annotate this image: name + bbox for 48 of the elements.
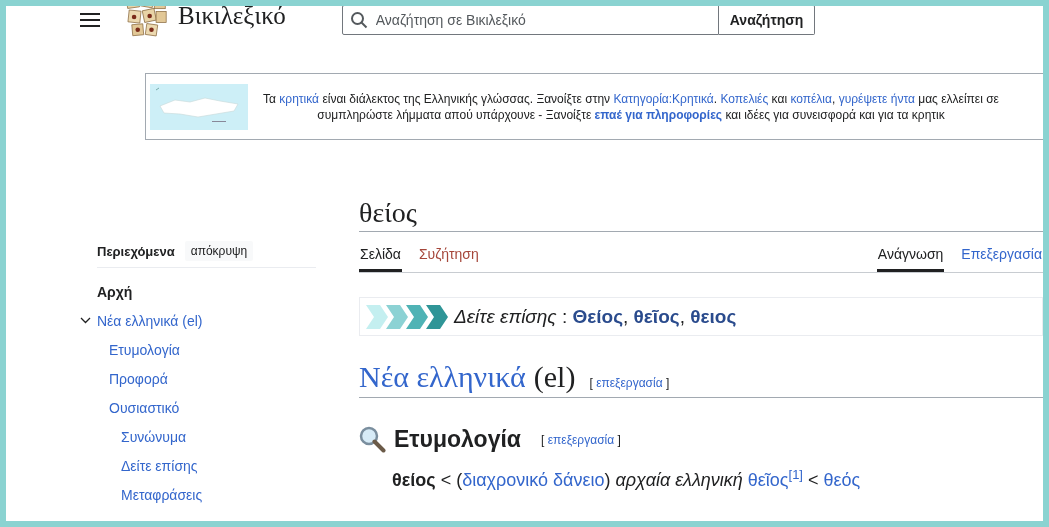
section-heading: Ετυμολογία <box>394 426 521 453</box>
link[interactable]: επαέ για πληροφορίες <box>594 107 723 122</box>
etymology-text: θείος < (διαχρονικό δάνειο) αρχαία ελληνική θεῖος$^{[1]}$ < θεός <box>392 467 862 491</box>
link[interactable]: θεός <box>823 470 861 490</box>
link[interactable]: θεῖος <box>633 305 680 327</box>
link[interactable]: Κατηγορία:Κρητικά <box>613 91 714 106</box>
edit-text: [ επεξεργασία ] <box>541 432 621 447</box>
toc-item[interactable]: Ετυμολογία <box>109 341 180 358</box>
link[interactable]: επεξεργασία <box>547 432 615 447</box>
link[interactable]: Θείος <box>572 305 623 327</box>
tab[interactable]: Ανάγνωση <box>876 242 945 272</box>
toc-item[interactable]: Ουσιαστικό <box>109 399 180 416</box>
toc-item[interactable]: Νέα ελληνικά (el) <box>97 312 203 329</box>
language-heading-link[interactable]: Νέα ελληνικά <box>359 360 526 394</box>
logo-icon[interactable] <box>124 6 168 38</box>
edit-text: [ επεξεργασία ] <box>589 376 670 390</box>
tab[interactable]: Συζήτηση <box>417 242 480 272</box>
search-field[interactable]: Αναζήτηση σε Βικιλεξικό <box>341 6 719 35</box>
search-button[interactable]: Αναζήτηση <box>718 6 816 35</box>
link[interactable]: θειος <box>690 305 737 327</box>
link[interactable]: κρητικά <box>279 91 320 106</box>
link[interactable]: γυρέψετε ήντα <box>838 91 915 106</box>
toc-item[interactable]: Προφορά <box>109 370 168 387</box>
language-code: (el) <box>533 360 576 394</box>
toc-item[interactable]: Αρχή <box>97 283 133 300</box>
toc-item[interactable]: Συνώνυμα <box>121 428 187 445</box>
toc-item[interactable]: Μεταφράσεις <box>121 486 203 503</box>
notice-text: συμπληρώστε λήμματα απού υπάρχουνε - Ξανοίξτε επαέ για πληροφορίες και ιδέες για συνεισφορά και για τα κρητικ <box>317 106 945 123</box>
chevron-down-icon[interactable] <box>80 317 91 324</box>
toc-title: Περιεχόμενα <box>97 243 175 259</box>
hide-button[interactable]: απόκρυψη <box>184 241 254 261</box>
search-icon <box>349 11 368 29</box>
tab[interactable]: Σελίδα <box>359 242 402 272</box>
link[interactable]: θεῖος <box>747 470 789 490</box>
see-also-text: Δείτε επίσης : Θείος, θεῖος, θειος <box>454 305 737 328</box>
link[interactable]: διαχρονικό δάνειο <box>462 470 605 490</box>
link[interactable]: Κοπελιές <box>720 91 769 106</box>
link[interactable]: επεξεργασία <box>596 376 663 390</box>
site-name[interactable]: Βικιλεξικό <box>178 6 286 30</box>
tab[interactable]: Επεξεργασία <box>960 242 1043 272</box>
toc-item[interactable]: Δείτε επίσης <box>121 457 198 474</box>
link[interactable]: κοπέλια <box>790 91 832 106</box>
page-title: θείος <box>359 197 1043 232</box>
magnifier-icon <box>359 426 386 453</box>
reference-link[interactable]: [1] <box>788 467 803 482</box>
chevrons-icon <box>366 304 448 329</box>
notice-text: Τα κρητικά είναι διάλεκτος της Ελληνικής γλώσσας. Ξανοίξτε στην Κατηγορία:Κρητικά. Κοπελιές και κοπέλια, γυρέψετε ήντα μας ελλείπει σε <box>263 90 999 107</box>
menu-icon[interactable] <box>80 12 100 28</box>
